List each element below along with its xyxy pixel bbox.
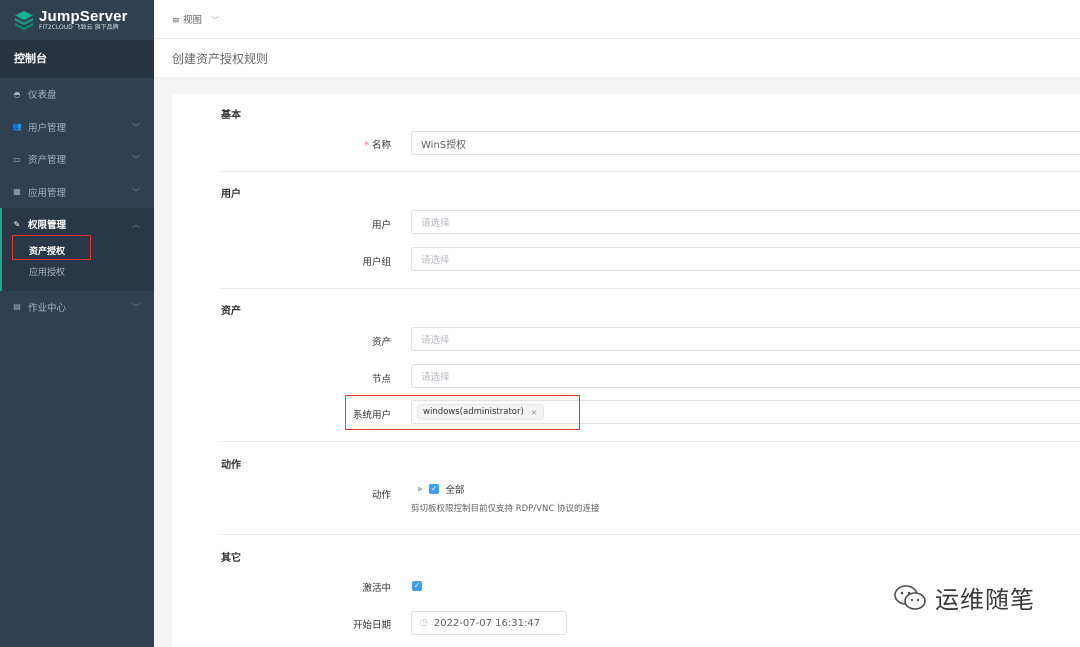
user-group-label: 用户组 xyxy=(362,257,391,268)
sidebar-item-label: 仪表盘 xyxy=(28,90,57,102)
console-label[interactable]: 控制台 xyxy=(0,40,154,78)
clock-icon: ◷ xyxy=(420,618,428,628)
laptop-icon: ▭ xyxy=(13,154,21,164)
action-hint: 剪切板权限控制目前仅支持 RDP/VNC 协议的连接 xyxy=(411,504,600,514)
action-all-label: 全部 xyxy=(445,485,465,496)
chevron-down-icon: ﹀ xyxy=(211,16,220,25)
terminal-icon: ▤ xyxy=(13,302,21,312)
section-basic-title: 基本 xyxy=(221,110,241,121)
divider xyxy=(221,534,1080,535)
sidebar-item-label: 作业中心 xyxy=(28,302,67,314)
edit-icon: ✎ xyxy=(13,219,21,229)
jumpserver-logo-icon xyxy=(15,11,33,30)
brand-logo[interactable]: JumpServer FIT2CLOUD 飞致云 旗下品牌 xyxy=(0,0,154,40)
sidebar-item-label: 资产管理 xyxy=(28,155,67,167)
start-date-value: 2022-07-07 16:31:47 xyxy=(433,617,541,629)
view-menu-button[interactable]: ≡ 视图 ﹀ xyxy=(172,12,219,26)
user-label: 用户 xyxy=(371,220,391,231)
view-menu-label: 视图 xyxy=(183,15,203,26)
chevron-up-icon: ︿ xyxy=(132,220,140,229)
asset-select[interactable]: 请选择 xyxy=(411,327,1080,351)
required-mark: * xyxy=(364,140,369,151)
name-label-text: 名称 xyxy=(371,140,391,151)
sidebar-item-label: 用户管理 xyxy=(28,122,67,134)
asset-label: 资产 xyxy=(371,337,391,348)
chevron-down-icon: ﹀ xyxy=(132,302,140,312)
brand-subtitle: FIT2CLOUD 飞致云 旗下品牌 xyxy=(39,23,119,31)
action-tree: ▶ ✓ 全部 xyxy=(418,482,464,496)
user-group-select[interactable]: 请选择 xyxy=(411,247,1080,271)
grid-icon: ▦ xyxy=(13,187,21,197)
sidebar-subitem-app-permission[interactable]: 应用授权 xyxy=(2,263,154,291)
sidebar: JumpServer FIT2CLOUD 飞致云 旗下品牌 控制台 ◓ 仪表盘 … xyxy=(0,0,154,647)
divider xyxy=(221,288,1080,289)
highlight-box xyxy=(345,395,580,430)
node-label: 节点 xyxy=(371,374,391,385)
sidebar-item-assets[interactable]: ▭ 资产管理 ﹀ xyxy=(0,143,154,176)
section-users-title: 用户 xyxy=(221,189,241,200)
user-select[interactable]: 请选择 xyxy=(411,210,1080,234)
active-label: 激活中 xyxy=(362,583,391,594)
menu-icon: ≡ xyxy=(172,15,180,26)
chevron-down-icon: ﹀ xyxy=(132,122,140,132)
section-other-title: 其它 xyxy=(221,553,241,564)
chevron-down-icon: ﹀ xyxy=(132,187,140,197)
sidebar-item-label: 应用管理 xyxy=(28,187,67,199)
sidebar-item-applications[interactable]: ▦ 应用管理 ﹀ xyxy=(0,176,154,209)
sidebar-item-dashboard[interactable]: ◓ 仪表盘 xyxy=(0,78,154,111)
watermark: 运维随笔 xyxy=(893,580,1035,615)
action-all-checkbox[interactable]: ✓ xyxy=(429,484,440,494)
watermark-text: 运维随笔 xyxy=(935,586,1035,614)
section-actions-title: 动作 xyxy=(221,460,241,471)
caret-right-icon[interactable]: ▶ xyxy=(418,485,423,493)
active-checkbox[interactable]: ✓ xyxy=(412,581,422,591)
sidebar-item-users[interactable]: 👥 用户管理 ﹀ xyxy=(0,111,154,144)
wechat-icon xyxy=(894,584,926,610)
form-card: 基本 * 名称 WinS授权 用户 用户 请选择 用户组 请选择 资产 资产 请选… xyxy=(172,94,1080,647)
dashboard-icon: ◓ xyxy=(13,89,21,99)
users-icon: 👥 xyxy=(12,122,22,132)
sidebar-item-label: 权限管理 xyxy=(28,220,67,232)
name-input[interactable]: WinS授权 xyxy=(411,131,1080,155)
divider xyxy=(221,171,1080,172)
name-label: * 名称 xyxy=(364,137,391,151)
chevron-down-icon: ﹀ xyxy=(132,155,140,164)
start-date-picker[interactable]: ◷ 2022-07-07 16:31:47 xyxy=(411,611,567,635)
node-select[interactable]: 请选择 xyxy=(411,364,1080,388)
sidebar-item-jobs[interactable]: ▤ 作业中心 ﹀ xyxy=(0,291,154,324)
page-title: 创建资产授权规则 xyxy=(154,38,1080,77)
top-bar: ≡ 视图 ﹀ xyxy=(154,0,1080,38)
action-label: 动作 xyxy=(371,490,391,501)
brand-title: JumpServer xyxy=(39,7,128,25)
start-date-label: 开始日期 xyxy=(352,620,391,631)
section-assets-title: 资产 xyxy=(221,306,241,317)
divider xyxy=(221,441,1080,442)
highlight-box xyxy=(12,235,91,260)
